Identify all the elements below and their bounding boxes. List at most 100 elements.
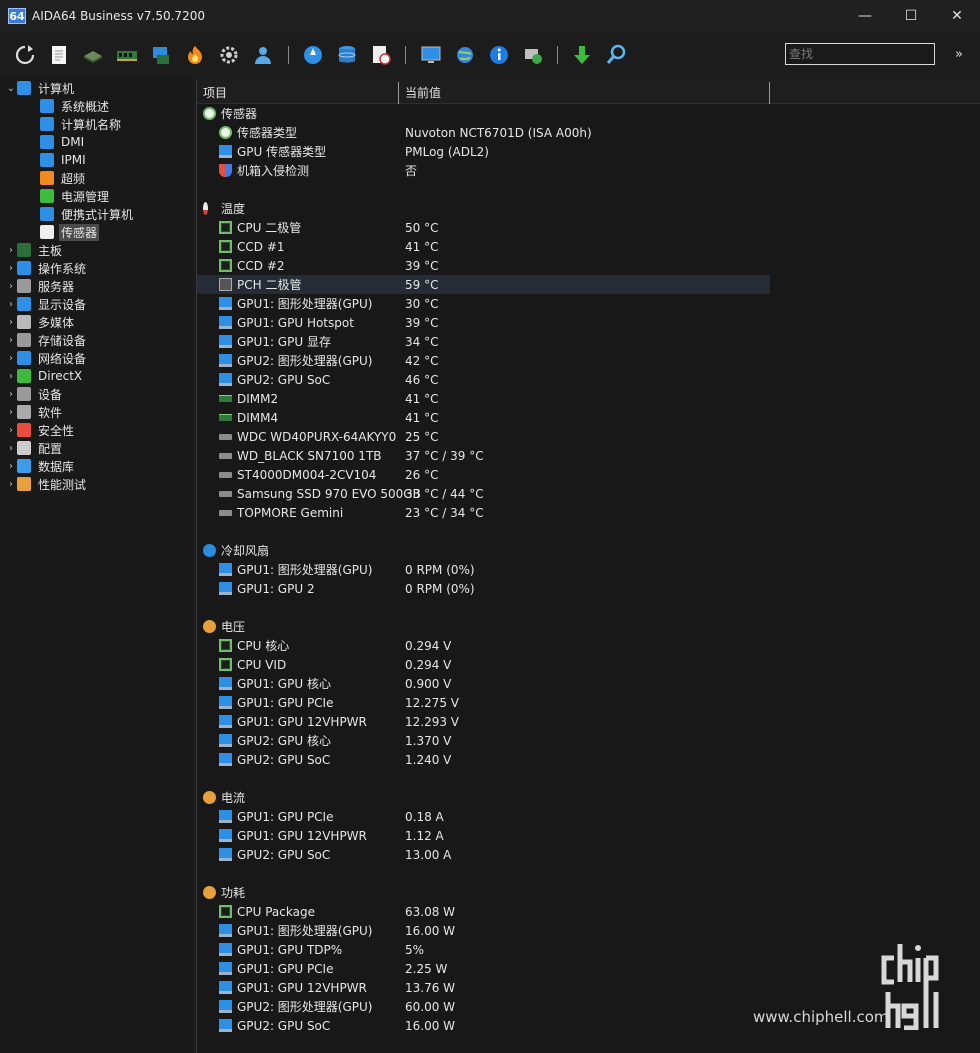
user-icon[interactable] xyxy=(250,42,276,68)
table-row[interactable]: GPU1: GPU Hotspot 39 °C xyxy=(197,313,980,332)
benchmark-icon[interactable] xyxy=(300,42,326,68)
table-row[interactable]: GPU2: 图形处理器(GPU) 42 °C xyxy=(197,351,980,370)
table-row[interactable]: CCD #2 39 °C xyxy=(197,256,980,275)
expand-toggle-icon[interactable]: › xyxy=(5,335,17,346)
close-button[interactable]: ✕ xyxy=(934,0,980,32)
expand-toggle-icon[interactable]: ⌄ xyxy=(5,83,17,94)
expand-toggle-icon[interactable]: › xyxy=(5,245,17,256)
expand-toggle-icon[interactable]: › xyxy=(5,263,17,274)
tree-item-child[interactable]: 超频 xyxy=(40,169,87,187)
memory-toolbar-icon[interactable] xyxy=(114,42,140,68)
refresh-icon[interactable] xyxy=(12,42,38,68)
info-icon[interactable] xyxy=(486,42,512,68)
tree-item-child[interactable]: 电源管理 xyxy=(40,187,111,205)
tree-item-top[interactable]: › 多媒体 xyxy=(5,313,76,331)
expand-toggle-icon[interactable]: › xyxy=(5,407,17,418)
table-row[interactable]: TOPMORE Gemini 23 °C / 34 °C xyxy=(197,503,980,522)
expand-toggle-icon[interactable]: › xyxy=(5,425,17,436)
table-row[interactable]: 传感器类型 Nuvoton NCT6701D (ISA A00h) xyxy=(197,123,980,142)
column-header-value[interactable]: 当前值 xyxy=(399,80,769,104)
toolbar-overflow-button[interactable]: » xyxy=(950,44,968,64)
table-row[interactable]: GPU1: GPU 显存 34 °C xyxy=(197,332,980,351)
table-row[interactable]: GPU1: 图形处理器(GPU) 16.00 W xyxy=(197,921,980,940)
section-header[interactable]: 传感器 xyxy=(197,104,980,123)
table-row[interactable]: CCD #1 41 °C xyxy=(197,237,980,256)
tree-item-child[interactable]: IPMI xyxy=(40,151,88,169)
tree-item-top[interactable]: › 软件 xyxy=(5,403,64,421)
table-row[interactable]: GPU1: GPU 12VHPWR 13.76 W xyxy=(197,978,980,997)
table-row[interactable]: GPU2: GPU SoC 46 °C xyxy=(197,370,980,389)
table-row[interactable]: GPU1: 图形处理器(GPU) 0 RPM (0%) xyxy=(197,560,980,579)
tree-item-child[interactable]: 计算机名称 xyxy=(40,115,123,133)
table-row[interactable]: GPU 传感器类型 PMLog (ADL2) xyxy=(197,142,980,161)
table-row[interactable]: GPU1: 图形处理器(GPU) 30 °C xyxy=(197,294,980,313)
tree-item-top[interactable]: › 安全性 xyxy=(5,421,76,439)
section-header[interactable]: 电流 xyxy=(197,788,980,807)
tree-item-top[interactable]: › 配置 xyxy=(5,439,64,457)
table-row[interactable]: WD_BLACK SN7100 1TB 37 °C / 39 °C xyxy=(197,446,980,465)
table-row[interactable]: GPU2: GPU SoC 1.240 V xyxy=(197,750,980,769)
table-row[interactable]: GPU1: GPU 2 0 RPM (0%) xyxy=(197,579,980,598)
column-divider[interactable] xyxy=(769,82,770,104)
expand-toggle-icon[interactable]: › xyxy=(5,317,17,328)
driver-update-icon[interactable] xyxy=(520,42,546,68)
table-row[interactable]: GPU1: GPU 12VHPWR 12.293 V xyxy=(197,712,980,731)
expand-toggle-icon[interactable]: › xyxy=(5,371,17,382)
tree-item-top[interactable]: › DirectX xyxy=(5,367,84,385)
expand-toggle-icon[interactable]: › xyxy=(5,461,17,472)
table-row[interactable]: PCH 二极管 59 °C xyxy=(197,275,770,294)
tree-item-top[interactable]: › 操作系统 xyxy=(5,259,88,277)
table-row[interactable]: Samsung SSD 970 EVO 500GB 33 °C / 44 °C xyxy=(197,484,980,503)
maximize-button[interactable]: ☐ xyxy=(888,0,934,32)
tree-item-child[interactable]: 便携式计算机 xyxy=(40,205,135,223)
table-row[interactable]: GPU1: GPU 核心 0.900 V xyxy=(197,674,980,693)
search-input[interactable] xyxy=(785,43,935,65)
monitor-toolbar-icon[interactable] xyxy=(418,42,444,68)
database-icon[interactable] xyxy=(334,42,360,68)
tree-item-child[interactable]: 传感器 xyxy=(40,223,100,241)
table-row[interactable]: DIMM2 41 °C xyxy=(197,389,980,408)
table-row[interactable]: GPU1: GPU PCIe 0.18 A xyxy=(197,807,980,826)
app-icon[interactable]: 64 xyxy=(8,8,26,24)
expand-toggle-icon[interactable]: › xyxy=(5,389,17,400)
tree-item-top[interactable]: › 服务器 xyxy=(5,277,76,295)
table-row[interactable]: GPU1: GPU PCIe 12.275 V xyxy=(197,693,980,712)
expand-toggle-icon[interactable]: › xyxy=(5,443,17,454)
schedule-report-icon[interactable] xyxy=(368,42,394,68)
tree-item-top[interactable]: › 显示设备 xyxy=(5,295,88,313)
cpu-toolbar-icon[interactable] xyxy=(80,42,106,68)
report-icon[interactable] xyxy=(46,42,72,68)
table-row[interactable]: DIMM4 41 °C xyxy=(197,408,980,427)
minimize-button[interactable]: — xyxy=(842,0,888,32)
table-row[interactable]: CPU Package 63.08 W xyxy=(197,902,980,921)
download-arrow-icon[interactable] xyxy=(569,42,595,68)
tree-item-top[interactable]: › 数据库 xyxy=(5,457,76,475)
table-row[interactable]: WDC WD40PURX-64AKYY0 25 °C xyxy=(197,427,980,446)
table-row[interactable]: CPU VID 0.294 V xyxy=(197,655,980,674)
table-row[interactable]: GPU1: GPU TDP% 5% xyxy=(197,940,980,959)
expand-toggle-icon[interactable]: › xyxy=(5,353,17,364)
table-row[interactable]: 机箱入侵检测 否 xyxy=(197,161,980,180)
network-globe-icon[interactable] xyxy=(452,42,478,68)
expand-toggle-icon[interactable]: › xyxy=(5,299,17,310)
tree-item-child[interactable]: DMI xyxy=(40,133,86,151)
tree-item-computer[interactable]: ⌄ 计算机 xyxy=(5,79,76,97)
table-row[interactable]: CPU 核心 0.294 V xyxy=(197,636,980,655)
tree-item-top[interactable]: › 网络设备 xyxy=(5,349,88,367)
settings-gear-icon[interactable] xyxy=(216,42,242,68)
table-row[interactable]: CPU 二极管 50 °C xyxy=(197,218,980,237)
tree-item-top[interactable]: › 存储设备 xyxy=(5,331,88,349)
table-row[interactable]: GPU1: GPU 12VHPWR 1.12 A xyxy=(197,826,980,845)
search-icon[interactable] xyxy=(603,42,629,68)
section-header[interactable]: 冷却风扇 xyxy=(197,541,980,560)
section-header[interactable]: 功耗 xyxy=(197,883,980,902)
section-header[interactable]: 温度 xyxy=(197,199,980,218)
tree-item-child[interactable]: 系统概述 xyxy=(40,97,111,115)
column-header-item[interactable]: 项目 xyxy=(197,80,399,104)
table-row[interactable]: GPU1: GPU PCIe 2.25 W xyxy=(197,959,980,978)
tree-item-top[interactable]: › 主板 xyxy=(5,241,64,259)
expand-toggle-icon[interactable]: › xyxy=(5,281,17,292)
expand-toggle-icon[interactable]: › xyxy=(5,479,17,490)
table-row[interactable]: GPU2: GPU 核心 1.370 V xyxy=(197,731,980,750)
table-row[interactable]: ST4000DM004-2CV104 26 °C xyxy=(197,465,980,484)
